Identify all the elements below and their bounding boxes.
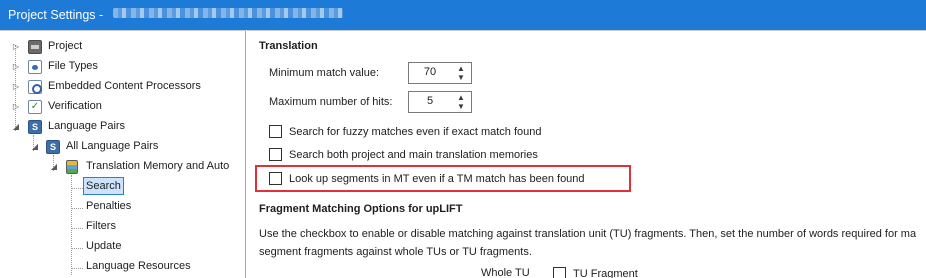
tu-fragment-label[interactable]: TU Fragment bbox=[573, 266, 638, 278]
stepper-up-icon[interactable]: ▲ bbox=[454, 93, 468, 102]
fragment-description-line2: segment fragments against whole TUs or T… bbox=[259, 246, 532, 258]
collapse-arrow-icon[interactable]: ◢ bbox=[30, 137, 40, 157]
tree-item-label: Language Resources bbox=[86, 260, 191, 272]
maximum-hits-stepper[interactable]: 5 ▲ ▼ bbox=[408, 91, 472, 113]
maximum-hits-value[interactable]: 5 bbox=[409, 95, 451, 107]
tree-item-file-types[interactable]: ▷ File Types bbox=[0, 57, 240, 77]
minimum-match-label: Minimum match value: bbox=[269, 67, 380, 79]
fragment-description: Use the checkbox to enable or disable ma… bbox=[259, 225, 926, 261]
document-icon bbox=[28, 60, 42, 74]
tree-item-update[interactable]: Update bbox=[0, 237, 240, 257]
tree-item-all-language-pairs[interactable]: ◢ S All Language Pairs bbox=[0, 137, 240, 157]
expand-arrow-icon[interactable]: ▷ bbox=[11, 57, 21, 77]
stepper-down-icon[interactable]: ▼ bbox=[454, 73, 468, 82]
tu-fragment-checkbox[interactable] bbox=[553, 267, 566, 278]
search-both-memories-label[interactable]: Search both project and main translation… bbox=[289, 147, 538, 163]
minimum-match-stepper[interactable]: 70 ▲ ▼ bbox=[408, 62, 472, 84]
tree-item-label: Search bbox=[83, 177, 124, 195]
tu-fragment-option[interactable]: TU Fragment bbox=[553, 266, 693, 278]
project-icon bbox=[28, 40, 42, 54]
window-title: Project Settings - bbox=[8, 8, 343, 22]
tree-item-filters[interactable]: Filters bbox=[0, 217, 240, 237]
search-both-memories-checkbox[interactable] bbox=[269, 148, 282, 161]
tree-item-language-resources[interactable]: Language Resources bbox=[0, 257, 240, 277]
collapse-arrow-icon[interactable]: ◢ bbox=[11, 117, 21, 137]
tree-item-verification[interactable]: ▷ ✓ Verification bbox=[0, 97, 240, 117]
redacted-project-name bbox=[112, 8, 343, 18]
translation-memory-icon bbox=[66, 160, 78, 174]
title-bar: Project Settings - bbox=[0, 0, 926, 30]
fuzzy-matches-label[interactable]: Search for fuzzy matches even if exact m… bbox=[289, 124, 542, 140]
fuzzy-matches-option[interactable]: Search for fuzzy matches even if exact m… bbox=[269, 124, 669, 140]
tree-item-penalties[interactable]: Penalties bbox=[0, 197, 240, 217]
whole-tu-label: Whole TU bbox=[481, 267, 530, 278]
tree-item-search[interactable]: Search bbox=[0, 177, 240, 197]
minimum-match-value[interactable]: 70 bbox=[409, 66, 451, 78]
tree-item-label: Translation Memory and Auto bbox=[86, 160, 230, 172]
look-up-mt-option[interactable]: Look up segments in MT even if a TM matc… bbox=[269, 171, 629, 187]
fragment-description-line1: Use the checkbox to enable or disable ma… bbox=[259, 228, 917, 240]
tree-item-label: All Language Pairs bbox=[66, 140, 159, 152]
stepper-down-icon[interactable]: ▼ bbox=[454, 102, 468, 111]
expand-arrow-icon[interactable]: ▷ bbox=[11, 97, 21, 117]
fragment-matching-heading: Fragment Matching Options for upLIFT bbox=[259, 203, 463, 215]
translation-heading: Translation bbox=[259, 40, 318, 52]
language-pair-icon: S bbox=[46, 140, 60, 154]
window-title-text: Project Settings - bbox=[8, 8, 107, 22]
look-up-mt-label[interactable]: Look up segments in MT even if a TM matc… bbox=[289, 171, 585, 187]
tree-item-embedded-content-processors[interactable]: ▷ Embedded Content Processors bbox=[0, 77, 240, 97]
look-up-mt-checkbox[interactable] bbox=[269, 172, 282, 185]
search-both-memories-option[interactable]: Search both project and main translation… bbox=[269, 147, 669, 163]
tree-item-label: Verification bbox=[48, 100, 102, 112]
collapse-arrow-icon[interactable]: ◢ bbox=[49, 157, 59, 177]
maximum-hits-label: Maximum number of hits: bbox=[269, 96, 393, 108]
stepper-up-icon[interactable]: ▲ bbox=[454, 64, 468, 73]
expand-arrow-icon[interactable]: ▷ bbox=[11, 37, 21, 57]
tree-item-label: Project bbox=[48, 40, 83, 52]
tree-item-project[interactable]: ▷ Project bbox=[0, 37, 240, 57]
tree-item-label: Language Pairs bbox=[48, 120, 126, 132]
expand-arrow-icon[interactable]: ▷ bbox=[11, 77, 21, 97]
tree-item-label: File Types bbox=[48, 60, 98, 72]
tree-item-language-pairs[interactable]: ◢ S Language Pairs bbox=[0, 117, 240, 137]
search-settings-panel: Translation Minimum match value: 70 ▲ ▼ … bbox=[247, 30, 926, 278]
language-pair-icon: S bbox=[28, 120, 42, 134]
tree-item-label: Update bbox=[86, 240, 122, 252]
settings-navigation-tree: ▷ Project ▷ File Types ▷ Embedded Conten… bbox=[0, 30, 246, 278]
tree-item-label: Filters bbox=[86, 220, 116, 232]
tree-item-label: Penalties bbox=[86, 200, 132, 212]
checkmark-icon: ✓ bbox=[28, 100, 42, 114]
tree-item-label: Embedded Content Processors bbox=[48, 80, 201, 92]
fuzzy-matches-checkbox[interactable] bbox=[269, 125, 282, 138]
gear-icon bbox=[28, 80, 42, 94]
tree-item-translation-memory-and-auto[interactable]: ◢ Translation Memory and Auto bbox=[0, 157, 240, 177]
